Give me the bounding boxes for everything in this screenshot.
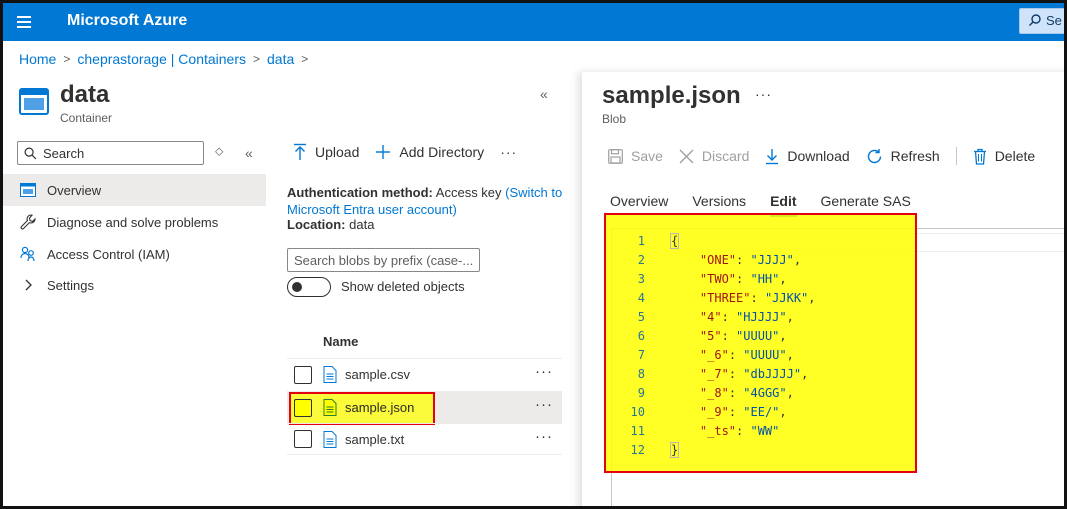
refresh-icon — [867, 148, 881, 163]
name-column-header[interactable]: Name — [323, 334, 358, 349]
upload-button[interactable]: Upload — [293, 143, 359, 161]
collapse-nav-icon[interactable]: « — [245, 145, 253, 161]
app-frame: Microsoft Azure Se Home > cheprastorage … — [0, 0, 1067, 509]
azure-top-bar: Microsoft Azure Se — [3, 3, 1064, 41]
authentication-method: Authentication method: Access key (Switc… — [287, 184, 571, 218]
location-label: Location: — [287, 217, 346, 232]
location-value: data — [349, 217, 375, 232]
blob-name[interactable]: sample.csv — [345, 367, 410, 382]
save-button[interactable]: Save — [608, 148, 663, 164]
sort-updown-icon[interactable]: ⬦ — [215, 144, 223, 159]
search-icon — [24, 147, 37, 159]
refresh-label: Refresh — [890, 148, 940, 164]
chevron-right-icon — [19, 276, 37, 294]
trash-icon — [973, 148, 986, 165]
breadcrumb-home[interactable]: Home — [19, 51, 56, 67]
container-toolbar: Upload Add Directory ··· — [293, 143, 517, 161]
row-checkbox[interactable] — [294, 430, 312, 448]
auth-label: Authentication method: — [287, 185, 433, 200]
download-label: Download — [787, 148, 850, 164]
breadcrumb: Home > cheprastorage | Containers > data… — [19, 51, 315, 67]
page-title: data — [60, 81, 110, 108]
show-deleted-label: Show deleted objects — [341, 279, 465, 294]
overview-icon — [19, 181, 37, 199]
close-icon — [679, 149, 694, 163]
chevron-right-icon: > — [63, 52, 71, 66]
upload-icon — [294, 143, 306, 160]
table-row[interactable]: sample.csv ··· — [287, 358, 562, 390]
toolbar-divider — [955, 147, 957, 165]
search-icon — [1029, 14, 1041, 26]
global-search-box[interactable]: Se — [1019, 8, 1064, 34]
auth-value: Access key — [435, 185, 502, 200]
download-icon — [766, 148, 779, 164]
brand-title[interactable]: Microsoft Azure — [67, 12, 187, 30]
add-directory-label: Add Directory — [399, 144, 485, 160]
wrench-icon — [19, 213, 37, 231]
chevron-right-icon: > — [253, 52, 261, 66]
file-icon — [323, 431, 337, 448]
location-info: Location: data — [287, 217, 374, 232]
sidebar-item-label: Settings — [47, 277, 94, 293]
row-more-icon[interactable]: ··· — [535, 363, 553, 380]
toggle-knob — [292, 282, 302, 292]
blob-more-icon[interactable]: ··· — [755, 86, 772, 102]
page-subtitle: Container — [60, 111, 113, 125]
download-button[interactable]: Download — [765, 148, 850, 165]
nav-search-input[interactable] — [43, 145, 193, 161]
blob-search-input[interactable] — [294, 252, 473, 268]
more-options-icon[interactable]: ··· — [500, 144, 517, 160]
breadcrumb-containers[interactable]: cheprastorage | Containers — [77, 51, 246, 67]
delete-button[interactable]: Delete — [973, 148, 1035, 165]
chevron-right-icon: > — [301, 52, 309, 66]
upload-label: Upload — [315, 144, 360, 160]
show-deleted-toggle[interactable] — [287, 277, 331, 297]
add-directory-button[interactable]: Add Directory — [375, 144, 484, 160]
save-label: Save — [631, 148, 663, 164]
blob-toolbar: Save Discard Download Refresh Delete — [608, 144, 1051, 168]
sidebar-item-label: Access Control (IAM) — [47, 246, 170, 262]
table-row[interactable]: sample.txt ··· — [287, 423, 562, 455]
sidebar-item-label: Overview — [47, 182, 102, 198]
row-checkbox[interactable] — [294, 365, 312, 384]
people-icon — [19, 245, 37, 263]
nav-search-box[interactable] — [17, 141, 204, 165]
sidebar-item-access-control[interactable]: Access Control (IAM) — [3, 238, 266, 270]
container-icon — [19, 88, 49, 115]
plus-icon — [376, 145, 391, 159]
file-icon — [323, 399, 337, 416]
global-search-label: Se — [1046, 13, 1062, 28]
editor-highlight-overlay — [604, 213, 917, 473]
breadcrumb-data[interactable]: data — [267, 51, 294, 67]
delete-label: Delete — [994, 148, 1036, 164]
blob-subtitle: Blob — [602, 112, 627, 126]
discard-label: Discard — [701, 148, 750, 164]
blob-search-box[interactable] — [287, 248, 480, 272]
sidebar-item-label: Diagnose and solve problems — [47, 214, 219, 230]
sidebar-item-settings[interactable]: Settings — [3, 269, 266, 301]
discard-button[interactable]: Discard — [679, 148, 749, 164]
table-row-selected[interactable]: sample.json ··· — [287, 391, 562, 423]
sidebar-item-diagnose[interactable]: Diagnose and solve problems — [3, 206, 266, 238]
sidebar-item-overview[interactable]: Overview — [3, 174, 266, 206]
row-checkbox[interactable] — [294, 398, 312, 417]
blob-name[interactable]: sample.json — [345, 400, 414, 415]
row-more-icon[interactable]: ··· — [535, 396, 553, 413]
collapse-double-chevron-icon[interactable]: « — [540, 86, 548, 102]
refresh-button[interactable]: Refresh — [866, 148, 940, 165]
row-more-icon[interactable]: ··· — [535, 428, 553, 445]
blob-title: sample.json — [602, 82, 741, 109]
save-icon — [608, 148, 623, 164]
hamburger-menu-icon[interactable] — [11, 9, 37, 35]
file-icon — [323, 366, 337, 383]
blob-name[interactable]: sample.txt — [345, 432, 404, 447]
